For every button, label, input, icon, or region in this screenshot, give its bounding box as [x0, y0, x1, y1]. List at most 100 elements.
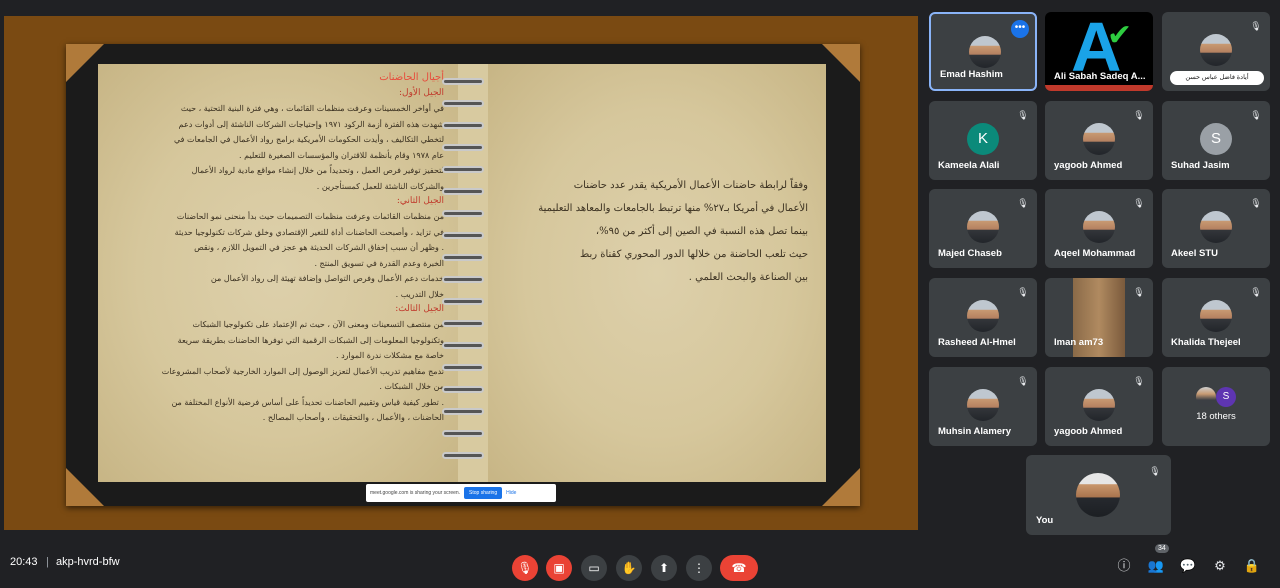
participant-tile[interactable]: 🎙 yagoob Ahmed — [1045, 101, 1153, 180]
avatar — [1200, 34, 1232, 66]
participant-tile[interactable]: 🎙 Akeel STU — [1162, 189, 1270, 268]
chat-button[interactable]: 💬 — [1178, 556, 1198, 576]
screen-share-notice: meet.google.com is sharing your screen. … — [366, 484, 556, 502]
binder-ring — [442, 188, 484, 195]
participant-name: Khalida Thejeel — [1171, 337, 1241, 348]
notebook-corner — [822, 468, 860, 506]
shared-screen: أجيال الحاضنات الجيل الأول: في أواخر الخ… — [4, 16, 918, 530]
notebook-right-page: وفقاً لرابطة حاضنات الأعمال الأمريكية يق… — [488, 64, 826, 482]
participant-tile[interactable]: 🎙 yagoob Ahmed — [1045, 367, 1153, 446]
mic-off-icon: 🎙 — [1250, 110, 1262, 120]
section-line: . تطور كيفية قياس وتقييم الحاضنات تحديدا… — [171, 397, 444, 407]
avatar — [967, 211, 999, 243]
avatar — [967, 300, 999, 332]
avatar — [1076, 473, 1120, 517]
self-name: You — [1036, 515, 1054, 526]
participant-tile[interactable]: 🎙 Khalida Thejeel — [1162, 278, 1270, 357]
participant-count-badge: 34 — [1155, 544, 1169, 553]
participant-name: Suhad Jasim — [1171, 160, 1230, 171]
mic-off-icon: 🎙 — [1250, 287, 1262, 297]
participant-tile[interactable]: 🎙 Rasheed Al-Hmel — [929, 278, 1037, 357]
mic-off-icon: 🎙 — [1133, 198, 1145, 208]
participant-name: Rasheed Al-Hmel — [938, 337, 1016, 348]
participant-tile[interactable]: 🎙 S Suhad Jasim — [1162, 101, 1270, 180]
avatar — [1083, 123, 1115, 155]
participant-tile[interactable]: ••• Emad Hashim — [929, 12, 1037, 91]
participant-tile[interactable]: A ✔ Ali Sabah Sadeq A... — [1045, 12, 1153, 91]
participant-name: Akeel STU — [1171, 248, 1218, 259]
mic-off-icon: 🎙 — [1133, 287, 1145, 297]
more-options-icon[interactable]: ••• — [1011, 20, 1029, 38]
participant-name: Kameela Alali — [938, 160, 1000, 171]
participant-name: Muhsin Alamery — [938, 426, 1012, 437]
avatar — [1200, 300, 1232, 332]
raise-hand-button[interactable]: ✋ — [616, 555, 642, 581]
avatar — [1200, 211, 1232, 243]
hide-notice-button[interactable]: Hide — [506, 490, 516, 496]
people-button[interactable]: 👥 — [1146, 556, 1166, 576]
participant-name: Iman am73 — [1054, 337, 1104, 348]
participant-name: Ali Sabah Sadeq A... — [1054, 71, 1146, 82]
mic-toggle-button[interactable]: 🎙 — [512, 555, 538, 581]
participant-name: yagoob Ahmed — [1054, 160, 1123, 171]
binder-ring — [442, 276, 484, 283]
stop-sharing-button[interactable]: Stop sharing — [464, 487, 503, 499]
leave-call-button[interactable]: ☎ — [720, 555, 758, 581]
present-button[interactable]: ⬆ — [651, 555, 677, 581]
binder-ring — [442, 166, 484, 173]
section-line: من خلال الشبكات . — [379, 382, 444, 391]
mic-off-icon: 🎙 — [1017, 198, 1029, 208]
participant-name: أيادة فاضل عباس حسن — [1170, 71, 1264, 85]
more-options-button[interactable]: ⋮ — [686, 555, 712, 581]
section-title: الجيل الأول: — [399, 88, 444, 98]
more-vert-icon: ⋮ — [693, 561, 705, 575]
participant-tile[interactable]: 🎙 أيادة فاضل عباس حسن — [1162, 12, 1270, 91]
host-controls-button[interactable]: 🔒 — [1242, 556, 1262, 576]
mic-off-icon: 🎙 — [1250, 21, 1262, 31]
camera-toggle-button[interactable]: ▣ — [546, 555, 572, 581]
end-call-icon: ☎ — [731, 561, 747, 575]
bottom-toolbar: 20:43 | akp-hvrd-bfw 🎙 ▣ ▭ ✋ ⬆ ⋮ ☎ ⓘ 👥 3… — [0, 540, 1280, 588]
avatar — [969, 36, 1001, 68]
avatar — [1083, 211, 1115, 243]
section-line: والشركات الناشئة للعمل كمستأجرين . — [316, 181, 444, 191]
avatar: S — [1216, 387, 1236, 407]
participant-tile[interactable]: 🎙 Majed Chaseb — [929, 189, 1037, 268]
section-line: وتكنولوجيا المعلومات إلى الشبكات الرقمية… — [177, 335, 444, 345]
section-line: في أواخر الخمسينات وعرفت منظمات القائمات… — [180, 104, 444, 113]
checkmark-icon: ✔ — [1107, 19, 1133, 52]
participant-tile[interactable]: 🎙 K Kameela Alali — [929, 101, 1037, 180]
binder-ring — [442, 144, 484, 151]
participant-name: Aqeel Mohammad — [1054, 248, 1136, 259]
meeting-details-button[interactable]: ⓘ — [1114, 556, 1134, 576]
participant-tile[interactable]: 🎙 Aqeel Mohammad — [1045, 189, 1153, 268]
mic-off-icon: 🎙 — [1017, 287, 1029, 297]
participant-tile[interactable]: 🎙 Iman am73 — [1045, 278, 1153, 357]
binder-ring — [442, 210, 484, 217]
lock-icon: 🔒 — [1243, 558, 1261, 573]
section-line: الخبرة وعدم القدرة في تسويق المنتج . — [314, 258, 444, 268]
right-page-line: بينما تصل هذه النسبة في الصين إلى أكثر م… — [595, 226, 808, 237]
participant-tile[interactable]: 🎙 Muhsin Alamery — [929, 367, 1037, 446]
binder-ring — [442, 232, 484, 239]
right-page-line: الأعمال في أمريكا بـ٢٧% منها ترتبط بالجا… — [538, 203, 808, 214]
section-line: من منظمات القائمات وعرفت منظمات التصميما… — [176, 212, 444, 221]
mic-off-icon: 🎙 — [1133, 110, 1145, 120]
binder-ring — [442, 452, 484, 459]
mic-off-icon: 🎙 — [517, 561, 533, 575]
self-tile[interactable]: 🎙 You — [1026, 455, 1171, 535]
binder-ring — [442, 320, 484, 327]
activities-button[interactable]: ⚙ — [1210, 556, 1230, 576]
binder-ring — [442, 100, 484, 107]
mic-off-icon: 🎙 — [1017, 110, 1029, 120]
binder-ring — [442, 254, 484, 261]
avatar: K — [967, 123, 999, 155]
avatar — [1083, 389, 1115, 421]
present-icon: ⬆ — [658, 561, 670, 575]
captions-button[interactable]: ▭ — [581, 555, 607, 581]
section-line: شهدت هذه الفترة أزمة الركود ١٩٧١ وإحتياج… — [178, 119, 444, 129]
notebook-left-page: أجيال الحاضنات الجيل الأول: في أواخر الخ… — [98, 64, 458, 482]
participant-name: yagoob Ahmed — [1054, 426, 1123, 437]
others-tile[interactable]: S 18 others — [1162, 367, 1270, 446]
binder-ring — [442, 122, 484, 129]
